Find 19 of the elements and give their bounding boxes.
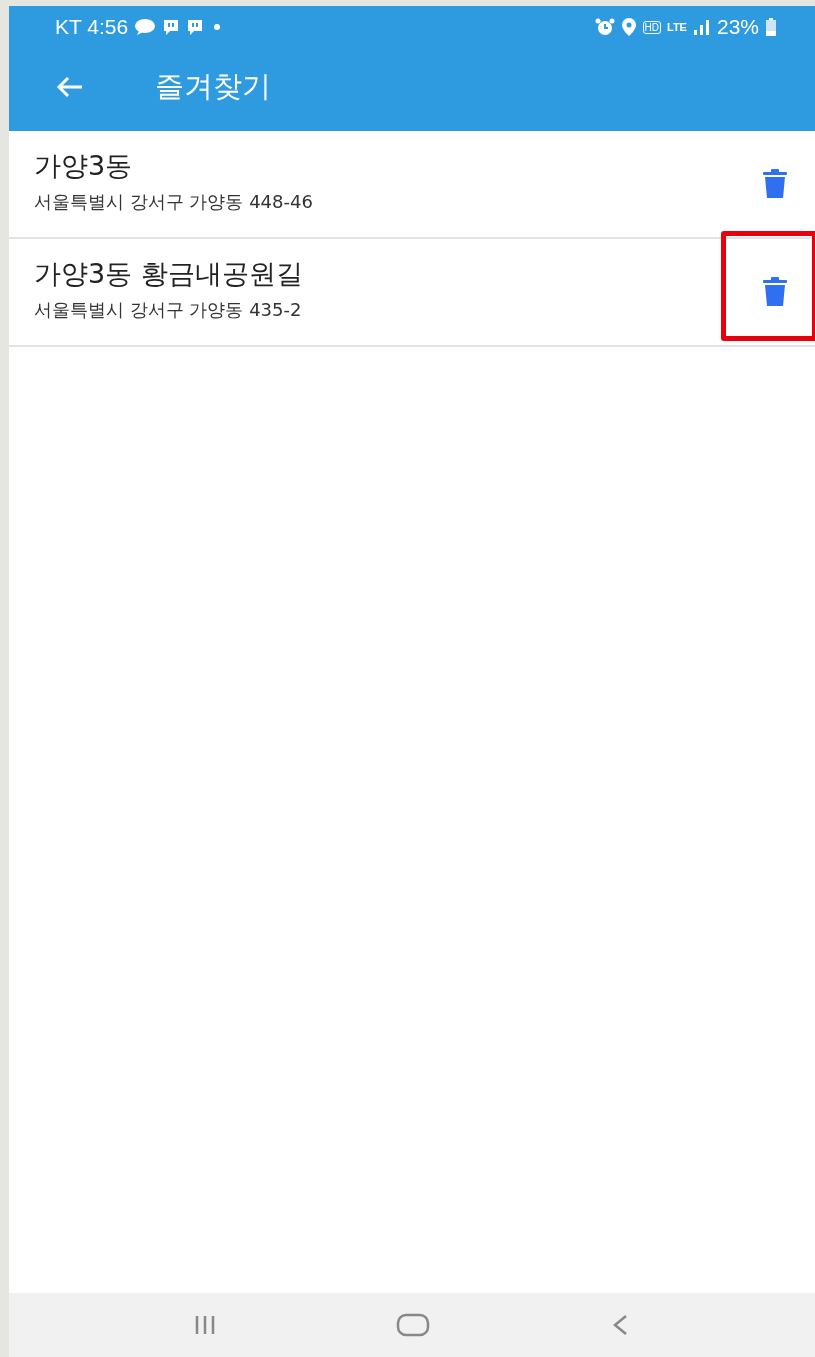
chat-bubble-icon [134,19,157,35]
network-label: LTE [667,21,687,33]
place-name: 가양3동 황금내공원길 [34,257,304,291]
rounded-rectangle-icon [396,1313,430,1337]
screen-title: 즐겨찾기 [155,67,271,105]
network-badge: HD [642,20,661,34]
alarm-clock-icon [594,18,615,36]
place-name: 가양3동 [34,149,134,183]
carrier-time: KT 4:56 [55,15,129,39]
place-address: 서울특별시 강서구 가양동 435-2 [34,298,303,322]
signal-icon [692,19,711,35]
three-bars-icon [194,1314,216,1336]
location-pin-icon [620,17,637,37]
back-arrow-icon [55,74,85,99]
trash-icon [761,169,789,199]
place-address: 서울특별시 강서구 가양동 448-46 [34,190,314,214]
battery-percent: 23% [716,15,759,39]
trash-icon [761,277,789,307]
battery-icon [765,18,777,36]
